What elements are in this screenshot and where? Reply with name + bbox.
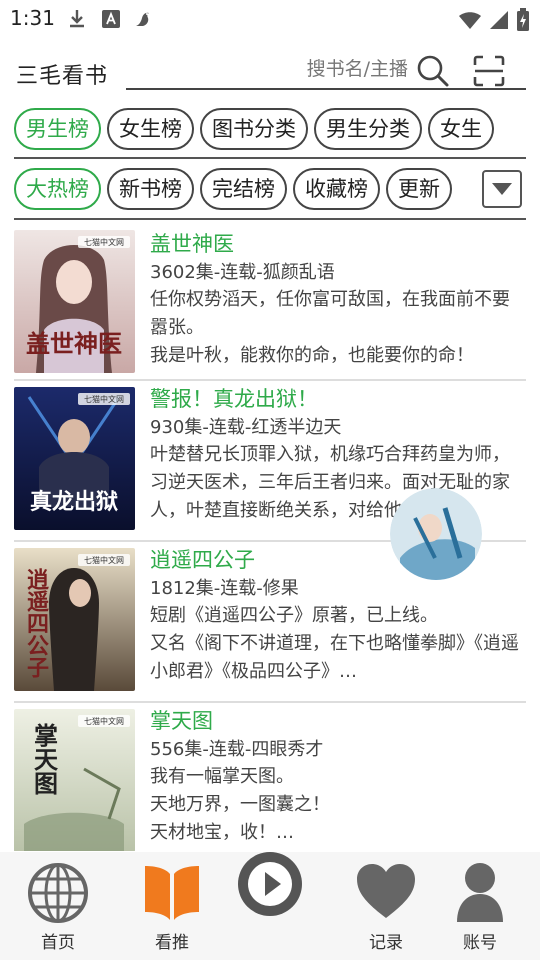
book-description: 短剧《逍遥四公子》原著，已上线。 又名《阁下不讲道理，在下也略懂拳脚》《逍遥小郎… [150,605,519,682]
ranking-tabs: 大热榜 新书榜 完结榜 收藏榜 更新 [14,168,526,214]
globe-icon [27,862,89,928]
chevron-down-icon [492,183,512,195]
book-cover[interactable]: 七猫中文网 真龙出狱 [14,387,135,530]
nav-history-label: 记录 [369,933,403,953]
divider [14,218,526,220]
tab-favorite-ranking[interactable]: 收藏榜 [293,168,380,210]
floating-player-avatar[interactable] [390,488,482,580]
tab-male-category[interactable]: 男生分类 [314,108,422,150]
book-icon [143,862,201,926]
nav-account-label: 账号 [463,933,497,953]
book-item[interactable]: 七猫中文网 盖世神医 盖世神医 3602集-连载-狐颜乱语 任你权势滔天，任你富… [14,226,526,381]
tab-update-ranking[interactable]: 更新 [386,168,452,210]
heart-icon [355,862,417,924]
svg-text:盖世神医: 盖世神医 [26,329,122,358]
divider [14,157,526,159]
tab-female-category[interactable]: 女生 [428,108,494,150]
nav-home[interactable]: 首页 [8,852,108,960]
expand-tabs-button[interactable] [482,170,522,208]
svg-text:七猫中文网: 七猫中文网 [84,394,124,404]
play-icon [240,854,300,914]
play-button[interactable] [238,852,302,916]
book-meta: 930集-连载-红透半边天 [150,417,342,438]
nav-recommend[interactable]: 看推 [122,852,222,960]
book-title[interactable]: 警报！真龙出狱！ [150,383,520,415]
tab-new-ranking[interactable]: 新书榜 [107,168,194,210]
battery-icon [516,8,530,36]
scan-icon[interactable] [472,54,506,88]
status-time: 1:31 [10,6,55,30]
bird-icon [132,8,154,30]
nav-recommend-label: 看推 [155,933,189,953]
tab-male-ranking[interactable]: 男生榜 [14,108,101,150]
svg-text:七猫中文网: 七猫中文网 [84,716,124,726]
user-icon [455,862,505,926]
system-icons [458,8,530,36]
nav-account[interactable]: 账号 [430,852,530,960]
search-bar[interactable] [126,48,526,90]
book-meta: 1812集-连载-修果 [150,578,299,599]
download-icon [66,8,88,30]
book-cover[interactable]: 七猫中文网 掌天图 [14,709,135,851]
header: 三毛看书 [0,48,540,94]
tab-hot-ranking[interactable]: 大热榜 [14,168,101,210]
svg-text:逍遥四公子: 逍遥四公子 [23,568,49,679]
book-meta: 3602集-连载-狐颜乱语 [150,262,335,283]
font-a-icon [100,8,122,30]
status-bar: 1:31 [0,0,540,36]
book-title[interactable]: 掌天图 [150,705,520,737]
book-meta: 556集-连载-四眼秀才 [150,739,324,760]
signal-icon [488,9,510,35]
book-item[interactable]: 七猫中文网 掌天图 掌天图 556集-连载-四眼秀才 我有一幅掌天图。 天地万界… [14,703,526,851]
book-title[interactable]: 盖世神医 [150,228,520,260]
book-cover[interactable]: 七猫中文网 盖世神医 [14,230,135,373]
search-input[interactable] [208,58,408,80]
tab-female-ranking[interactable]: 女生榜 [107,108,194,150]
nav-history[interactable]: 记录 [336,852,436,960]
search-icon[interactable] [416,54,450,88]
wifi-icon [458,9,482,35]
book-cover[interactable]: 七猫中文网 逍遥四公子 [14,548,135,691]
svg-text:真龙出狱: 真龙出狱 [30,489,118,515]
book-description: 我有一幅掌天图。 天地万界，一图囊之！ 天材地宝，收！… [150,766,330,843]
tab-finished-ranking[interactable]: 完结榜 [200,168,287,210]
svg-text:七猫中文网: 七猫中文网 [84,237,124,247]
category-tabs: 男生榜 女生榜 图书分类 男生分类 女生 [14,108,526,154]
book-description: 任你权势滔天，任你富可敌国，在我面前不要嚣张。 我是叶秋，能救你的命，也能要你的… [150,289,510,366]
app-title: 三毛看书 [16,64,109,89]
tab-book-category[interactable]: 图书分类 [200,108,308,150]
svg-text:七猫中文网: 七猫中文网 [84,555,124,565]
nav-home-label: 首页 [41,933,75,953]
svg-text:掌天图: 掌天图 [30,722,59,796]
